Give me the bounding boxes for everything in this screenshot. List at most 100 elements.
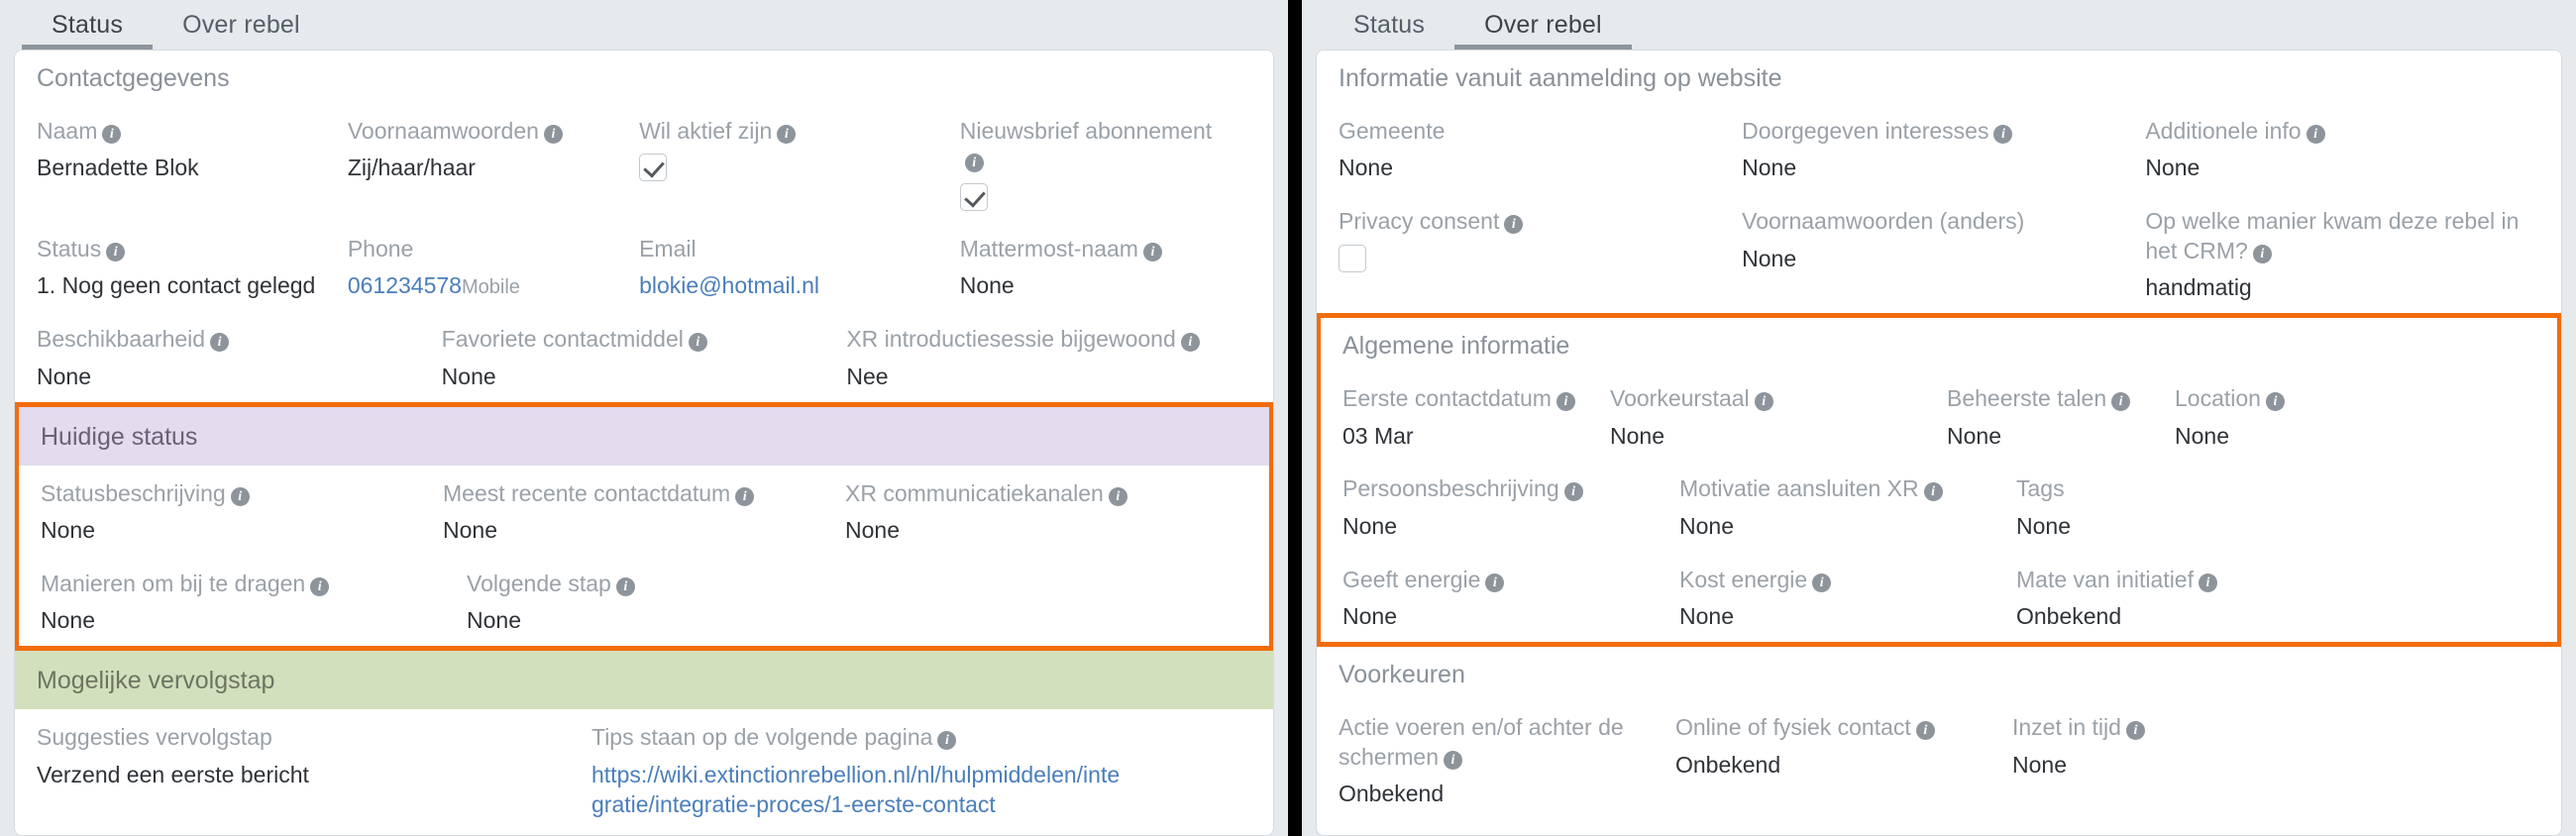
- section: Huidige status Statusbeschrijving i None Mee…: [15, 401, 1273, 652]
- field-label: Motivatie aansluiten XR i: [1679, 474, 1998, 503]
- info-icon[interactable]: i: [2198, 573, 2217, 592]
- info-icon[interactable]: i: [310, 576, 330, 596]
- field-value: None: [1947, 422, 2001, 449]
- section-title: Informatie vanuit aanmelding op website: [1339, 64, 1782, 92]
- section-rows: Naam i Bernadette Blok Voornaamwoorden i Zij/…: [15, 103, 1273, 402]
- field-value: handmatig: [2145, 274, 2252, 301]
- info-icon[interactable]: i: [1563, 482, 1583, 502]
- field-value: None: [845, 516, 900, 543]
- info-icon[interactable]: i: [777, 125, 797, 144]
- info-icon[interactable]: i: [2111, 392, 2131, 412]
- field: Nieuwsbrief abonnementi: [959, 117, 1251, 211]
- info-icon[interactable]: i: [1993, 125, 2013, 144]
- field-label: Manieren om bij te dragen i: [41, 570, 449, 598]
- field-value-sublabel: Mobile: [461, 276, 520, 299]
- section-rows: Statusbeschrijving i None Meest recente con…: [19, 466, 1269, 647]
- field-value: None: [37, 363, 91, 389]
- field-label: Email: [639, 235, 697, 261]
- info-icon[interactable]: i: [1443, 750, 1462, 770]
- field-label: Persoonsbeschrijving i: [1342, 474, 1662, 503]
- field: Statusbeschrijving i None: [41, 479, 443, 546]
- info-icon[interactable]: i: [964, 154, 984, 173]
- info-icon[interactable]: i: [1485, 573, 1505, 592]
- info-icon[interactable]: i: [735, 486, 755, 506]
- field-value[interactable]: 061234578: [348, 272, 462, 298]
- info-icon[interactable]: i: [615, 576, 635, 596]
- tab-bar: Status Over rebel: [0, 0, 1288, 50]
- dual-panel-screenshot: Status Over rebel Contactgegevens Naam i Bern…: [0, 0, 2576, 836]
- tab-bar: Status Over rebel: [1302, 0, 2576, 50]
- info-icon[interactable]: i: [688, 333, 707, 353]
- field-value: None: [41, 607, 95, 634]
- info-icon[interactable]: i: [937, 731, 957, 751]
- section: Informatie vanuit aanmelding op website G…: [1317, 51, 2561, 313]
- info-icon[interactable]: i: [230, 486, 250, 506]
- field-value[interactable]: https://wiki.extinctionrebellion.nl/nl/h…: [591, 761, 1128, 820]
- field-value: Verzend een eerste bericht: [37, 761, 309, 787]
- tab-status[interactable]: Status: [22, 0, 154, 50]
- info-icon[interactable]: i: [2265, 392, 2285, 412]
- field-row: Gemeente None Doorgegeven interesses i None A…: [1339, 103, 2539, 193]
- field-label: Naam i: [37, 117, 330, 146]
- info-icon[interactable]: i: [1180, 333, 1200, 353]
- info-icon[interactable]: i: [2125, 721, 2145, 741]
- field-label: Tags: [2016, 475, 2065, 502]
- field-label: Doorgegeven interesses i: [1742, 117, 2127, 146]
- info-icon[interactable]: i: [102, 125, 122, 144]
- checkbox-checked[interactable]: [959, 182, 988, 211]
- field: Tags None: [2016, 474, 2353, 541]
- section-rows: Gemeente None Doorgegeven interesses i None A…: [1317, 103, 2561, 313]
- tab-over-rebel[interactable]: Over rebel: [153, 0, 330, 50]
- info-icon[interactable]: i: [2306, 125, 2325, 144]
- field: Wil aktief zijn i: [639, 117, 960, 211]
- info-icon[interactable]: i: [1754, 392, 1773, 412]
- field-label: Phone: [347, 235, 414, 261]
- info-icon[interactable]: i: [1108, 486, 1127, 506]
- field-label: Voornaamwoorden i: [348, 117, 621, 146]
- info-icon[interactable]: i: [543, 125, 563, 144]
- section-title: Algemene informatie: [1342, 332, 1570, 361]
- field-row: Naam i Bernadette Blok Voornaamwoorden i Zij/…: [37, 103, 1251, 221]
- tab-over-rebel[interactable]: Over rebel: [1454, 0, 1632, 50]
- field-label: Wil aktief zijn i: [639, 117, 942, 146]
- field-value: None: [959, 272, 1015, 299]
- field: Op welke manier kwam deze rebel in het C…: [2145, 207, 2539, 303]
- field: Kost energie i None: [1679, 566, 2016, 632]
- info-icon[interactable]: i: [106, 242, 126, 261]
- field-label: Statusbeschrijving i: [41, 479, 425, 508]
- field-label: Voorkeurstaal i: [1610, 384, 1929, 413]
- field: Online of fysiek contact i Onbekend: [1675, 713, 2012, 809]
- field-row: Persoonsbeschrijving i None Motivatie aansl…: [1342, 461, 2535, 551]
- info-icon[interactable]: i: [1504, 215, 1524, 235]
- field-label: Privacy consent i: [1339, 207, 1724, 236]
- info-icon[interactable]: i: [210, 333, 230, 353]
- field: Location i None: [2175, 384, 2452, 451]
- info-icon[interactable]: i: [1812, 573, 1832, 592]
- field: Actie voeren en/of achter de schermen i On…: [1339, 713, 1675, 809]
- info-icon[interactable]: i: [1142, 242, 1162, 261]
- field-label: Tips staan op de volgende pagina i: [591, 723, 1128, 752]
- section-title: Voorkeuren: [1339, 661, 1465, 689]
- tab-status[interactable]: Status: [1324, 0, 1454, 50]
- field-label: Voornaamwoorden (anders): [1742, 208, 2025, 235]
- field-row: Status i 1. Nog geen contact gelegd Phone 06…: [37, 221, 1251, 311]
- field: Motivatie aansluiten XR i None: [1679, 474, 2016, 541]
- field-value: None: [2175, 422, 2229, 449]
- field-value: None: [441, 363, 496, 389]
- field: Beschikbaarheid i None: [37, 325, 442, 391]
- field-value: 03 Mar: [1342, 422, 1414, 449]
- field-value: None: [1339, 155, 1393, 181]
- field: Status i 1. Nog geen contact gelegd: [37, 235, 348, 301]
- field-label: Meest recente contactdatum i: [443, 479, 827, 508]
- field-label: Inzet in tijd i: [2012, 713, 2331, 742]
- info-icon[interactable]: i: [2252, 244, 2272, 263]
- field-value: None: [1742, 155, 1797, 181]
- info-icon[interactable]: i: [1556, 392, 1575, 412]
- section: Voorkeuren Actie voeren en/of achter de s…: [1317, 647, 2561, 819]
- info-icon[interactable]: i: [1923, 482, 1943, 502]
- checkbox-unchecked[interactable]: [1339, 244, 1366, 272]
- checkbox-checked[interactable]: [639, 154, 668, 182]
- info-icon[interactable]: i: [1915, 721, 1935, 741]
- field-value[interactable]: blokie@hotmail.nl: [639, 271, 942, 301]
- field: Voornaamwoorden (anders) None: [1742, 207, 2145, 303]
